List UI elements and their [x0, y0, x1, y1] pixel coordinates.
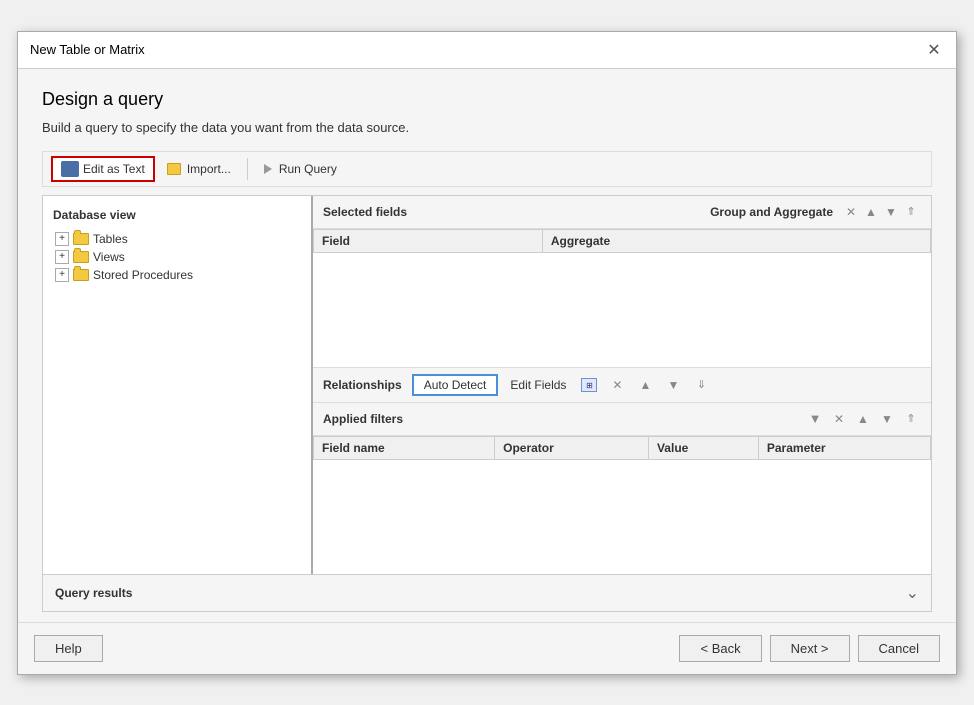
- tree-item-views[interactable]: + Views: [47, 248, 307, 266]
- filter-icon: ▼: [809, 411, 822, 426]
- ga-up-icon: ▲: [865, 205, 877, 219]
- filter-icon-btn[interactable]: ▼: [805, 409, 825, 429]
- edit-fields-label: Edit Fields: [510, 378, 566, 392]
- close-icon: ✕: [927, 40, 940, 60]
- value-column-header: Value: [648, 436, 758, 459]
- af-delete-icon: ✕: [834, 412, 844, 426]
- footer-left: Help: [34, 635, 103, 662]
- database-panel: Database view + Tables + Views +: [43, 196, 313, 574]
- rel-up-icon: ▲: [639, 378, 651, 392]
- ga-down-button[interactable]: ▼: [881, 202, 901, 222]
- next-button[interactable]: Next >: [770, 635, 850, 662]
- af-expand-button[interactable]: ⇑: [901, 409, 921, 429]
- cancel-label: Cancel: [879, 641, 919, 656]
- rel-table-icon: ⊞: [581, 378, 597, 392]
- rel-expand-button[interactable]: ⇓: [690, 374, 712, 396]
- edit-as-text-label: Edit as Text: [83, 162, 145, 176]
- selected-fields-title: Selected fields: [323, 205, 710, 219]
- field-column-header: Field: [314, 229, 543, 252]
- tree-item-tables[interactable]: + Tables: [47, 230, 307, 248]
- dialog-container: New Table or Matrix ✕ Design a query Bui…: [17, 31, 957, 675]
- main-area: Database view + Tables + Views +: [42, 195, 932, 575]
- tables-folder-icon: [73, 233, 89, 245]
- cancel-button[interactable]: Cancel: [858, 635, 940, 662]
- edit-fields-button[interactable]: Edit Fields: [504, 376, 572, 394]
- auto-detect-button[interactable]: Auto Detect: [412, 374, 499, 396]
- back-button[interactable]: < Back: [679, 635, 761, 662]
- field-name-column-header: Field name: [314, 436, 495, 459]
- af-down-button[interactable]: ▼: [877, 409, 897, 429]
- tree-item-stored-procedures[interactable]: + Stored Procedures: [47, 266, 307, 284]
- ga-down-icon: ▼: [885, 205, 897, 219]
- next-label: Next >: [791, 641, 829, 656]
- selected-fields-header: Selected fields Group and Aggregate ✕ ▲ …: [313, 196, 931, 229]
- page-title: Design a query: [42, 89, 932, 110]
- ga-expand-icon: ⇑: [906, 205, 915, 218]
- rel-delete-button[interactable]: ✕: [606, 374, 628, 396]
- stored-procedures-toggle[interactable]: +: [55, 268, 69, 282]
- tables-label: Tables: [93, 232, 128, 246]
- footer-right: < Back Next > Cancel: [679, 635, 940, 662]
- run-query-icon: [264, 164, 272, 174]
- selected-fields-table: Field Aggregate: [313, 229, 931, 253]
- group-aggregate-label: Group and Aggregate: [710, 205, 833, 219]
- run-query-label: Run Query: [279, 162, 337, 176]
- edit-as-text-button[interactable]: Edit as Text: [51, 156, 155, 182]
- toolbar-separator: [247, 158, 248, 180]
- af-up-button[interactable]: ▲: [853, 409, 873, 429]
- applied-filters-label: Applied filters: [323, 412, 801, 426]
- applied-filters-area: Field name Operator Value Parameter: [313, 436, 931, 574]
- import-icon: [167, 162, 183, 176]
- views-label: Views: [93, 250, 125, 264]
- rel-table-icon-btn[interactable]: ⊞: [578, 374, 600, 396]
- back-label: < Back: [700, 641, 740, 656]
- parameter-column-header: Parameter: [758, 436, 930, 459]
- stored-procedures-label: Stored Procedures: [93, 268, 193, 282]
- rel-expand-icon: ⇓: [697, 378, 706, 391]
- query-results-bar[interactable]: Query results ⌄: [42, 575, 932, 612]
- run-query-button[interactable]: Run Query: [254, 157, 347, 181]
- operator-column-header: Operator: [495, 436, 649, 459]
- rel-up-button[interactable]: ▲: [634, 374, 656, 396]
- dialog-title: New Table or Matrix: [30, 42, 145, 57]
- af-down-icon: ▼: [881, 412, 893, 426]
- import-label: Import...: [187, 162, 231, 176]
- tables-toggle[interactable]: +: [55, 232, 69, 246]
- help-label: Help: [55, 641, 82, 656]
- ga-delete-icon: ✕: [846, 205, 856, 219]
- ga-up-button[interactable]: ▲: [861, 202, 881, 222]
- edit-as-text-icon: [61, 161, 79, 177]
- applied-filters-header: Applied filters ▼ ✕ ▲ ▼ ⇑: [313, 403, 931, 436]
- toolbar: Edit as Text Import... Run Query: [42, 151, 932, 187]
- query-results-label: Query results: [55, 586, 132, 600]
- dialog-body: Design a query Build a query to specify …: [18, 69, 956, 622]
- auto-detect-label: Auto Detect: [424, 378, 487, 392]
- rel-down-button[interactable]: ▼: [662, 374, 684, 396]
- stored-procedures-folder-icon: [73, 269, 89, 281]
- af-delete-button[interactable]: ✕: [829, 409, 849, 429]
- views-folder-icon: [73, 251, 89, 263]
- ga-expand-button[interactable]: ⇑: [901, 202, 921, 222]
- database-view-header: Database view: [47, 204, 307, 230]
- page-description: Build a query to specify the data you wa…: [42, 120, 932, 135]
- dialog-footer: Help < Back Next > Cancel: [18, 622, 956, 674]
- filters-table: Field name Operator Value Parameter: [313, 436, 931, 460]
- rel-down-icon: ▼: [667, 378, 679, 392]
- query-results-chevron-icon: ⌄: [906, 583, 919, 603]
- af-up-icon: ▲: [857, 412, 869, 426]
- title-bar: New Table or Matrix ✕: [18, 32, 956, 69]
- close-button[interactable]: ✕: [924, 40, 944, 60]
- aggregate-column-header: Aggregate: [542, 229, 930, 252]
- ga-delete-button[interactable]: ✕: [841, 202, 861, 222]
- selected-fields-area: Field Aggregate: [313, 229, 931, 367]
- af-expand-icon: ⇑: [906, 412, 915, 425]
- right-panel: Selected fields Group and Aggregate ✕ ▲ …: [313, 196, 931, 574]
- relationships-row: Relationships Auto Detect Edit Fields ⊞ …: [313, 367, 931, 403]
- help-button[interactable]: Help: [34, 635, 103, 662]
- relationships-label: Relationships: [323, 378, 402, 392]
- import-button[interactable]: Import...: [157, 157, 241, 181]
- views-toggle[interactable]: +: [55, 250, 69, 264]
- rel-delete-icon: ✕: [612, 378, 622, 392]
